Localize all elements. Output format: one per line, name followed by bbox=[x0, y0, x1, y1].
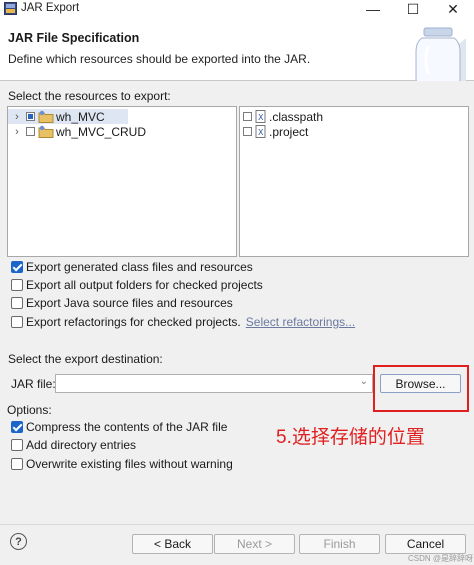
checkbox-export-refactorings[interactable] bbox=[11, 316, 23, 328]
option-label: Export generated class files and resourc… bbox=[26, 260, 253, 274]
destination-label: Select the export destination: bbox=[8, 352, 163, 366]
jar-file-label: JAR file: bbox=[11, 377, 56, 391]
file-item-label: .project bbox=[269, 124, 309, 139]
option-export-refactorings[interactable]: Export refactorings for checked projects… bbox=[11, 314, 355, 330]
option-label: Overwrite existing files without warning bbox=[26, 457, 233, 471]
files-list[interactable]: X .classpath X .project bbox=[239, 106, 469, 257]
file-row-project[interactable]: X .project bbox=[243, 124, 308, 139]
option-directory-entries[interactable]: Add directory entries bbox=[11, 437, 136, 453]
option-compress[interactable]: Compress the contents of the JAR file bbox=[11, 419, 227, 435]
finish-button[interactable]: Finish bbox=[299, 534, 380, 554]
minimize-icon: — bbox=[366, 1, 380, 17]
title-bar: JAR Export — ☐ ✕ bbox=[0, 0, 474, 18]
option-export-class-files[interactable]: Export generated class files and resourc… bbox=[11, 259, 253, 275]
close-button[interactable]: ✕ bbox=[433, 0, 473, 18]
tree-row-wh-mvc[interactable]: › wh_MVC bbox=[8, 109, 128, 124]
page-description: Define which resources should be exporte… bbox=[8, 52, 311, 66]
chevron-down-icon[interactable]: ⌄ bbox=[360, 376, 368, 387]
watermark: CSDN @是辞辞呀 bbox=[408, 554, 474, 563]
expand-chevron-icon[interactable]: › bbox=[8, 111, 26, 123]
checkbox-directory-entries[interactable] bbox=[11, 439, 23, 451]
checkbox-compress[interactable] bbox=[11, 421, 23, 433]
xml-file-icon: X bbox=[255, 125, 266, 138]
projects-tree[interactable]: › wh_MVC › wh_MVC_CRUD bbox=[7, 106, 237, 257]
file-checkbox-classpath[interactable] bbox=[243, 112, 252, 121]
tree-row-wh-mvc-crud[interactable]: › wh_MVC_CRUD bbox=[8, 124, 146, 139]
option-label: Export refactorings for checked projects… bbox=[26, 315, 241, 329]
file-row-classpath[interactable]: X .classpath bbox=[243, 109, 323, 124]
window-title: JAR Export bbox=[21, 2, 80, 14]
next-button[interactable]: Next > bbox=[214, 534, 295, 554]
tree-item-label: wh_MVC bbox=[56, 109, 105, 124]
annotation-text: 5.选择存储的位置 bbox=[276, 427, 425, 448]
close-icon: ✕ bbox=[447, 0, 459, 17]
page-title: JAR File Specification bbox=[8, 31, 140, 45]
option-label: Add directory entries bbox=[26, 438, 137, 452]
file-checkbox-project[interactable] bbox=[243, 127, 252, 136]
option-overwrite[interactable]: Overwrite existing files without warning bbox=[11, 456, 233, 472]
project-folder-icon bbox=[38, 125, 54, 138]
wizard-header: JAR File Specification Define which reso… bbox=[0, 18, 474, 90]
file-item-label: .classpath bbox=[269, 109, 324, 124]
cancel-button[interactable]: Cancel bbox=[385, 534, 466, 554]
option-label: Export Java source files and resources bbox=[26, 296, 233, 310]
checkbox-export-java-source[interactable] bbox=[11, 297, 23, 309]
eclipse-app-icon bbox=[4, 2, 17, 15]
project-folder-icon bbox=[38, 110, 54, 123]
tree-checkbox-wh-mvc[interactable] bbox=[26, 112, 35, 121]
back-button[interactable]: < Back bbox=[132, 534, 213, 554]
resources-label: Select the resources to export: bbox=[8, 89, 171, 103]
svg-text:X: X bbox=[258, 113, 264, 122]
expand-chevron-icon[interactable]: › bbox=[8, 126, 26, 138]
footer-divider bbox=[0, 524, 474, 525]
browse-button[interactable]: Browse... bbox=[380, 374, 461, 393]
checkbox-export-class-files[interactable] bbox=[11, 261, 23, 273]
svg-text:X: X bbox=[258, 128, 264, 137]
option-label: Compress the contents of the JAR file bbox=[26, 420, 228, 434]
help-icon[interactable]: ? bbox=[10, 533, 27, 550]
options-label: Options: bbox=[7, 403, 52, 417]
select-refactorings-link[interactable]: Select refactorings... bbox=[246, 315, 355, 329]
minimize-button[interactable]: — bbox=[353, 0, 393, 18]
option-label: Export all output folders for checked pr… bbox=[26, 278, 263, 292]
option-export-output-folders[interactable]: Export all output folders for checked pr… bbox=[11, 277, 263, 293]
option-export-java-source[interactable]: Export Java source files and resources bbox=[11, 295, 233, 311]
checkbox-overwrite[interactable] bbox=[11, 458, 23, 470]
maximize-icon: ☐ bbox=[406, 0, 420, 17]
tree-checkbox-wh-mvc-crud[interactable] bbox=[26, 127, 35, 136]
maximize-button[interactable]: ☐ bbox=[393, 0, 433, 18]
checkbox-export-output-folders[interactable] bbox=[11, 279, 23, 291]
xml-file-icon: X bbox=[255, 110, 266, 123]
jar-file-combo[interactable]: ⌄ bbox=[55, 374, 373, 393]
tree-item-label: wh_MVC_CRUD bbox=[56, 124, 147, 139]
